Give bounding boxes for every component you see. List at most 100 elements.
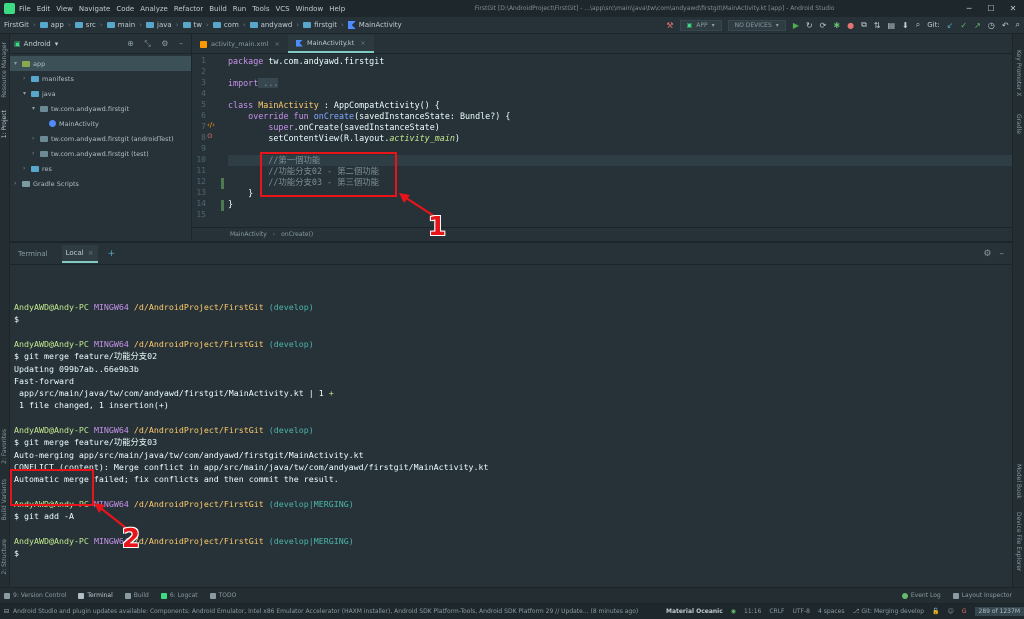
- close-button[interactable]: ✕: [1002, 4, 1024, 13]
- menu-item-file[interactable]: File: [19, 5, 31, 13]
- breadcrumb-item[interactable]: firstgit ›: [303, 21, 348, 29]
- menu-item-navigate[interactable]: Navigate: [79, 5, 110, 13]
- tree-item[interactable]: ▾ tw.com.andyawd.firstgit: [10, 101, 191, 116]
- terminal-output[interactable]: AndyAWD@Andy-PC MINGW64 /d/AndroidProjec…: [10, 265, 1012, 589]
- resource-manager-tab[interactable]: Resource Manager: [1, 42, 8, 98]
- line-separator[interactable]: CRLF: [769, 608, 784, 615]
- debug-icon[interactable]: ✱: [833, 21, 840, 30]
- chevron-right-icon[interactable]: ›: [23, 165, 31, 172]
- status-message[interactable]: Android Studio and plugin updates availa…: [13, 608, 662, 615]
- run-gutter-icon[interactable]: ‹/›: [207, 121, 215, 129]
- tree-item[interactable]: › Gradle Scripts: [10, 176, 191, 191]
- git-commit-icon[interactable]: ✓: [960, 21, 967, 30]
- search-everywhere-icon[interactable]: ⌕: [1016, 20, 1020, 30]
- breadcrumb-item[interactable]: FirstGit ›: [4, 21, 40, 29]
- code-area[interactable]: package tw.com.andyawd.firstgit import .…: [228, 55, 1012, 227]
- gear-icon[interactable]: ⚙: [161, 39, 168, 48]
- logcat-tab[interactable]: 6: Logcat: [160, 592, 198, 599]
- google-icon[interactable]: G: [962, 608, 967, 615]
- tree-item[interactable]: ▾ app: [10, 56, 191, 71]
- gradle-tab[interactable]: Gradle: [1015, 114, 1022, 134]
- key-promoter-tab[interactable]: Key Promoter X: [1015, 50, 1022, 96]
- maximize-button[interactable]: ☐: [980, 4, 1002, 13]
- avd-manager-icon[interactable]: ▤: [887, 21, 895, 30]
- menu-item-refactor[interactable]: Refactor: [174, 5, 203, 13]
- hide-icon[interactable]: –: [1000, 249, 1005, 259]
- run-icon[interactable]: ▶: [793, 21, 799, 30]
- hector-icon[interactable]: ☺: [948, 608, 954, 615]
- close-icon[interactable]: ×: [360, 39, 365, 47]
- breadcrumb-item[interactable]: main ›: [106, 21, 146, 29]
- project-view-select[interactable]: Android: [24, 40, 51, 48]
- caret-position[interactable]: 11:16: [744, 608, 761, 615]
- favorites-tab[interactable]: 2: Favorites: [1, 429, 8, 464]
- menu-item-build[interactable]: Build: [209, 5, 227, 13]
- breadcrumb-item[interactable]: onCreate(): [281, 231, 313, 238]
- version-control-tab[interactable]: 9: Version Control: [4, 592, 66, 599]
- gear-icon[interactable]: ⚙: [983, 249, 991, 259]
- menu-item-code[interactable]: Code: [116, 5, 134, 13]
- tree-item[interactable]: › tw.com.andyawd.firstgit (androidTest): [10, 131, 191, 146]
- menu-item-tools[interactable]: Tools: [252, 5, 269, 13]
- terminal-tab[interactable]: Terminal: [78, 592, 113, 599]
- menu-item-vcs[interactable]: VCS: [275, 5, 289, 13]
- override-gutter-icon[interactable]: ⊙: [207, 132, 213, 140]
- tree-item[interactable]: › res: [10, 161, 191, 176]
- apply-changes-icon[interactable]: ↻: [806, 21, 813, 30]
- git-push-icon[interactable]: ↗: [974, 21, 981, 30]
- revert-icon[interactable]: ↶: [1002, 21, 1009, 30]
- breadcrumb-item[interactable]: MainActivity: [230, 231, 267, 238]
- update-icon[interactable]: ⊟: [4, 608, 9, 615]
- indent-setting[interactable]: 4 spaces: [818, 608, 844, 615]
- close-icon[interactable]: ×: [275, 40, 280, 48]
- target-icon[interactable]: ⊕: [127, 39, 134, 48]
- hide-icon[interactable]: –: [179, 39, 183, 48]
- todo-tab[interactable]: TODO: [209, 592, 236, 599]
- breadcrumb-item[interactable]: src ›: [74, 21, 107, 29]
- breadcrumb-item[interactable]: java ›: [146, 21, 182, 29]
- close-icon[interactable]: ×: [88, 249, 94, 257]
- device-select[interactable]: NO DEVICES ▾: [727, 19, 786, 31]
- build-variants-tab[interactable]: Build Variants: [1, 479, 8, 520]
- git-update-icon[interactable]: ↙: [947, 21, 954, 30]
- history-icon[interactable]: ◷: [988, 21, 995, 30]
- chevron-right-icon[interactable]: ›: [32, 135, 40, 142]
- chevron-right-icon[interactable]: ›: [14, 180, 22, 187]
- new-session-icon[interactable]: +: [108, 249, 116, 259]
- layout-inspector-icon[interactable]: ⌕: [916, 20, 920, 30]
- chevron-right-icon[interactable]: ›: [23, 75, 31, 82]
- menu-item-window[interactable]: Window: [296, 5, 324, 13]
- sync-icon[interactable]: ⇅: [874, 21, 881, 30]
- structure-tab[interactable]: 2: Structure: [1, 539, 8, 575]
- theme-name[interactable]: Material Oceanic: [666, 608, 723, 615]
- project-tab[interactable]: 1: Project: [1, 110, 8, 138]
- tree-item[interactable]: › manifests: [10, 71, 191, 86]
- hammer-icon[interactable]: ⚒: [666, 21, 673, 30]
- sdk-manager-icon[interactable]: ⬇: [902, 21, 909, 30]
- breadcrumb-item[interactable]: tw ›: [182, 21, 213, 29]
- attach-debugger-icon[interactable]: ⧉: [861, 20, 867, 30]
- chevron-right-icon[interactable]: ›: [32, 150, 40, 157]
- tree-item[interactable]: › tw.com.andyawd.firstgit (test): [10, 146, 191, 161]
- run-config-select[interactable]: ▣ APP ▾: [679, 19, 722, 31]
- chevron-down-icon[interactable]: ▾: [14, 60, 22, 67]
- minimize-button[interactable]: ─: [958, 4, 980, 13]
- collapse-icon[interactable]: ⤡: [144, 39, 150, 48]
- breadcrumb-item[interactable]: com ›: [212, 21, 250, 29]
- git-status[interactable]: Git: Merging develop: [861, 608, 924, 615]
- stop-icon[interactable]: ●: [847, 21, 854, 30]
- breadcrumb-item[interactable]: MainActivity: [347, 21, 402, 29]
- chevron-down-icon[interactable]: ▾: [32, 105, 40, 112]
- layout-inspector-tab[interactable]: Layout Inspector: [952, 592, 1012, 599]
- menu-item-run[interactable]: Run: [233, 5, 246, 13]
- memory-indicator[interactable]: 289 of 1237M: [974, 607, 1024, 616]
- breadcrumb-item[interactable]: andyawd ›: [249, 21, 304, 29]
- build-tab[interactable]: Build: [124, 592, 149, 599]
- apply-code-icon[interactable]: ⟳: [820, 21, 827, 30]
- event-log-tab[interactable]: Event Log: [901, 592, 941, 599]
- model-book-tab[interactable]: Model Book: [1015, 464, 1022, 499]
- menu-item-analyze[interactable]: Analyze: [140, 5, 168, 13]
- tree-item[interactable]: MainActivity: [10, 116, 191, 131]
- menu-item-view[interactable]: View: [56, 5, 73, 13]
- tree-item[interactable]: ▾ java: [10, 86, 191, 101]
